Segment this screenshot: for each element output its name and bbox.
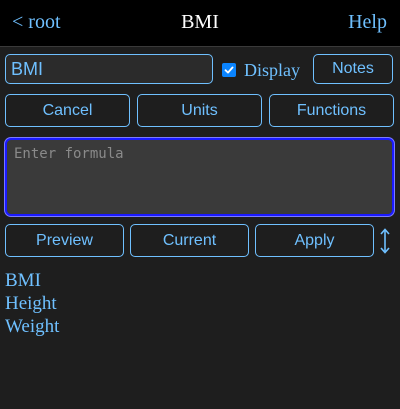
variable-item-bmi[interactable]: BMI xyxy=(5,269,59,292)
help-button[interactable]: Help xyxy=(348,11,387,34)
preview-button[interactable]: Preview xyxy=(5,224,124,257)
display-toggle[interactable]: Display xyxy=(222,59,300,81)
functions-button[interactable]: Functions xyxy=(269,94,394,127)
variable-item-weight[interactable]: Weight xyxy=(5,315,59,338)
variable-item-height[interactable]: Height xyxy=(5,292,59,315)
checkmark-icon xyxy=(224,66,234,74)
cancel-button[interactable]: Cancel xyxy=(5,94,130,127)
units-button[interactable]: Units xyxy=(137,94,262,127)
page-title: BMI xyxy=(181,11,219,33)
current-button[interactable]: Current xyxy=(130,224,249,257)
apply-button[interactable]: Apply xyxy=(255,224,374,257)
header-bar: < root BMI Help xyxy=(0,0,400,46)
display-label: Display xyxy=(244,59,300,80)
notes-button[interactable]: Notes xyxy=(313,54,393,84)
display-checkbox[interactable] xyxy=(222,63,236,77)
vertical-resize-icon[interactable] xyxy=(378,227,392,255)
variable-list: BMI Height Weight xyxy=(5,269,59,338)
formula-input[interactable] xyxy=(5,138,394,216)
header-divider xyxy=(0,46,400,47)
name-field[interactable] xyxy=(5,54,213,84)
